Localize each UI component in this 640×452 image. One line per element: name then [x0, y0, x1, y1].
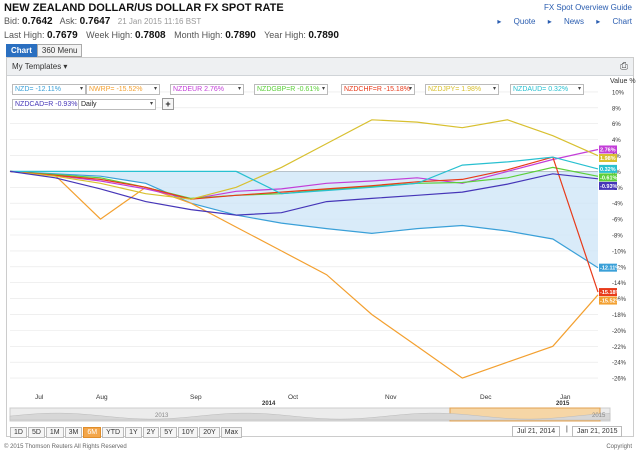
chevron-down-icon: ▾ — [79, 86, 83, 92]
series-select-value: -0.61% — [297, 86, 320, 93]
x-tick-label: Oct — [288, 394, 298, 401]
x-tick-label: Jan — [560, 394, 571, 401]
y-tick-label: 10% — [612, 90, 625, 96]
y-tick-label: -24% — [612, 361, 627, 367]
chevron-down-icon: ▾ — [153, 86, 157, 92]
x-tick-label: Nov — [385, 394, 397, 401]
series-select-nzdcadr[interactable]: NZDCAD=R -0.93%▾ — [12, 99, 86, 110]
series-select-value: -15.18% — [383, 86, 410, 93]
range-button-1d[interactable]: 1D — [10, 427, 27, 438]
chevron-down-icon: ▾ — [408, 86, 412, 92]
series-select-label: NZDCAD=R — [15, 101, 54, 108]
value-tag-text: -0.61% — [600, 175, 618, 181]
value-tag-text: 0.32% — [600, 167, 616, 173]
plot-area: 10%8%6%4%2%0%-2%-4%-6%-8%-10%-12%-14%-16… — [9, 90, 627, 422]
date-to-value: Jan 21, 2015 — [577, 428, 618, 435]
range-button-5y[interactable]: 5Y — [160, 427, 177, 438]
value-tag-text: -15.18% — [600, 290, 621, 296]
y-tick-label: -20% — [612, 329, 627, 335]
range-buttons: 1D 5D 1M 3M 6M YTD 1Y 2Y 5Y 10Y 20Y Max — [10, 426, 243, 438]
x-tick-label: Aug — [96, 394, 108, 401]
series-select-value: -0.93% — [55, 101, 78, 108]
x-tick-label: Sep — [190, 394, 202, 401]
series-select-nzdchfr[interactable]: NZDCHF=R -15.18% ▾ — [341, 84, 415, 95]
navigator-label: 2013 — [155, 413, 169, 419]
date-separator: | — [566, 426, 568, 433]
y-tick-label: -4% — [612, 202, 623, 208]
series-select-nzdjpy[interactable]: NZDJPY= 1.98% ▾ — [425, 84, 499, 95]
value-tag-text: -12.11% — [600, 266, 620, 272]
y-tick-label: -8% — [612, 234, 623, 240]
interval-select[interactable]: Daily ▾ — [78, 99, 156, 110]
value-tag-text: 2.76% — [600, 147, 616, 153]
range-button-3m[interactable]: 3M — [64, 427, 83, 438]
y-tick-label: -6% — [612, 218, 623, 224]
y-tick-label: -26% — [612, 377, 627, 383]
series-select-nzdeur[interactable]: NZDEUR 2.76% ▾ — [170, 84, 244, 95]
y-tick-label: 8% — [612, 106, 621, 112]
value-tag-text: 1.98% — [600, 156, 616, 162]
x-tick-label: Dec — [480, 394, 492, 401]
value-tag-text: -0.93% — [600, 184, 618, 190]
series-select-label: NWRP= — [89, 86, 115, 93]
series-select-nwrp[interactable]: NWRP= -15.52% ▾ — [86, 84, 160, 95]
series-select-label: NZDJPY= — [428, 86, 460, 93]
series-select-nzd[interactable]: NZD= -12.11% ▾ — [12, 84, 86, 95]
add-series-button[interactable]: + — [162, 98, 174, 110]
chart-svg: 10%8%6%4%2%0%-2%-4%-6%-8%-10%-12%-14%-16… — [9, 90, 627, 422]
date-from-field[interactable]: Jul 21, 2014 — [512, 426, 561, 437]
copyright-text: © 2015 Thomson Reuters All Rights Reserv… — [4, 444, 127, 450]
range-button-2y[interactable]: 2Y — [142, 427, 160, 438]
series-select-label: NZDGBP=R — [257, 86, 296, 93]
series-select-label: NZDCHF=R — [344, 86, 382, 93]
series-select-label: NZD= — [15, 86, 34, 93]
series-select-value: -15.52% — [116, 86, 143, 93]
range-button-max[interactable]: Max — [220, 427, 242, 438]
y-tick-label: -14% — [612, 281, 627, 287]
y-tick-label: -10% — [612, 249, 627, 255]
range-button-6m[interactable]: 6M — [83, 427, 102, 438]
date-from-value: Jul 21, 2014 — [517, 428, 556, 435]
y-tick-label: -18% — [612, 313, 627, 319]
y-tick-label: -22% — [612, 345, 627, 351]
y-tick-label: 6% — [612, 122, 621, 128]
year-label: 2015 — [556, 401, 570, 407]
chevron-down-icon: ▾ — [237, 86, 241, 92]
chevron-down-icon: ▾ — [321, 86, 325, 92]
interval-value: Daily — [81, 101, 97, 108]
range-button-5d[interactable]: 5D — [27, 427, 45, 438]
y-tick-label: 4% — [612, 138, 621, 144]
range-button-10y[interactable]: 10Y — [177, 427, 199, 438]
navigator-label: 2015 — [592, 413, 606, 419]
x-tick-label: Jul — [35, 394, 44, 401]
date-to-field[interactable]: Jan 21, 2015 — [572, 426, 623, 437]
range-button-1y[interactable]: 1Y — [125, 427, 142, 438]
series-select-value: -12.11% — [35, 86, 61, 93]
series-select-nzdgbpr[interactable]: NZDGBP=R -0.61% ▾ — [254, 84, 328, 95]
copyright-link[interactable]: Copyright — [606, 444, 632, 450]
series-select-value: 2.76% — [204, 86, 224, 93]
year-label: 2014 — [262, 401, 276, 407]
chevron-down-icon: ▾ — [577, 86, 581, 92]
range-button-ytd[interactable]: YTD — [102, 427, 125, 438]
range-button-1m[interactable]: 1M — [45, 427, 64, 438]
value-tag-text: -15.52% — [600, 299, 621, 305]
range-button-20y[interactable]: 20Y — [199, 427, 220, 438]
series-select-nzdaud[interactable]: NZDAUD= 0.32% ▾ — [510, 84, 584, 95]
series-select-label: NZDEUR — [173, 86, 203, 93]
series-select-value: 1.98% — [461, 86, 482, 93]
chevron-down-icon: ▾ — [492, 86, 496, 92]
series-select-label: NZDAUD= — [513, 86, 547, 93]
series-select-value: 0.32% — [548, 86, 569, 93]
